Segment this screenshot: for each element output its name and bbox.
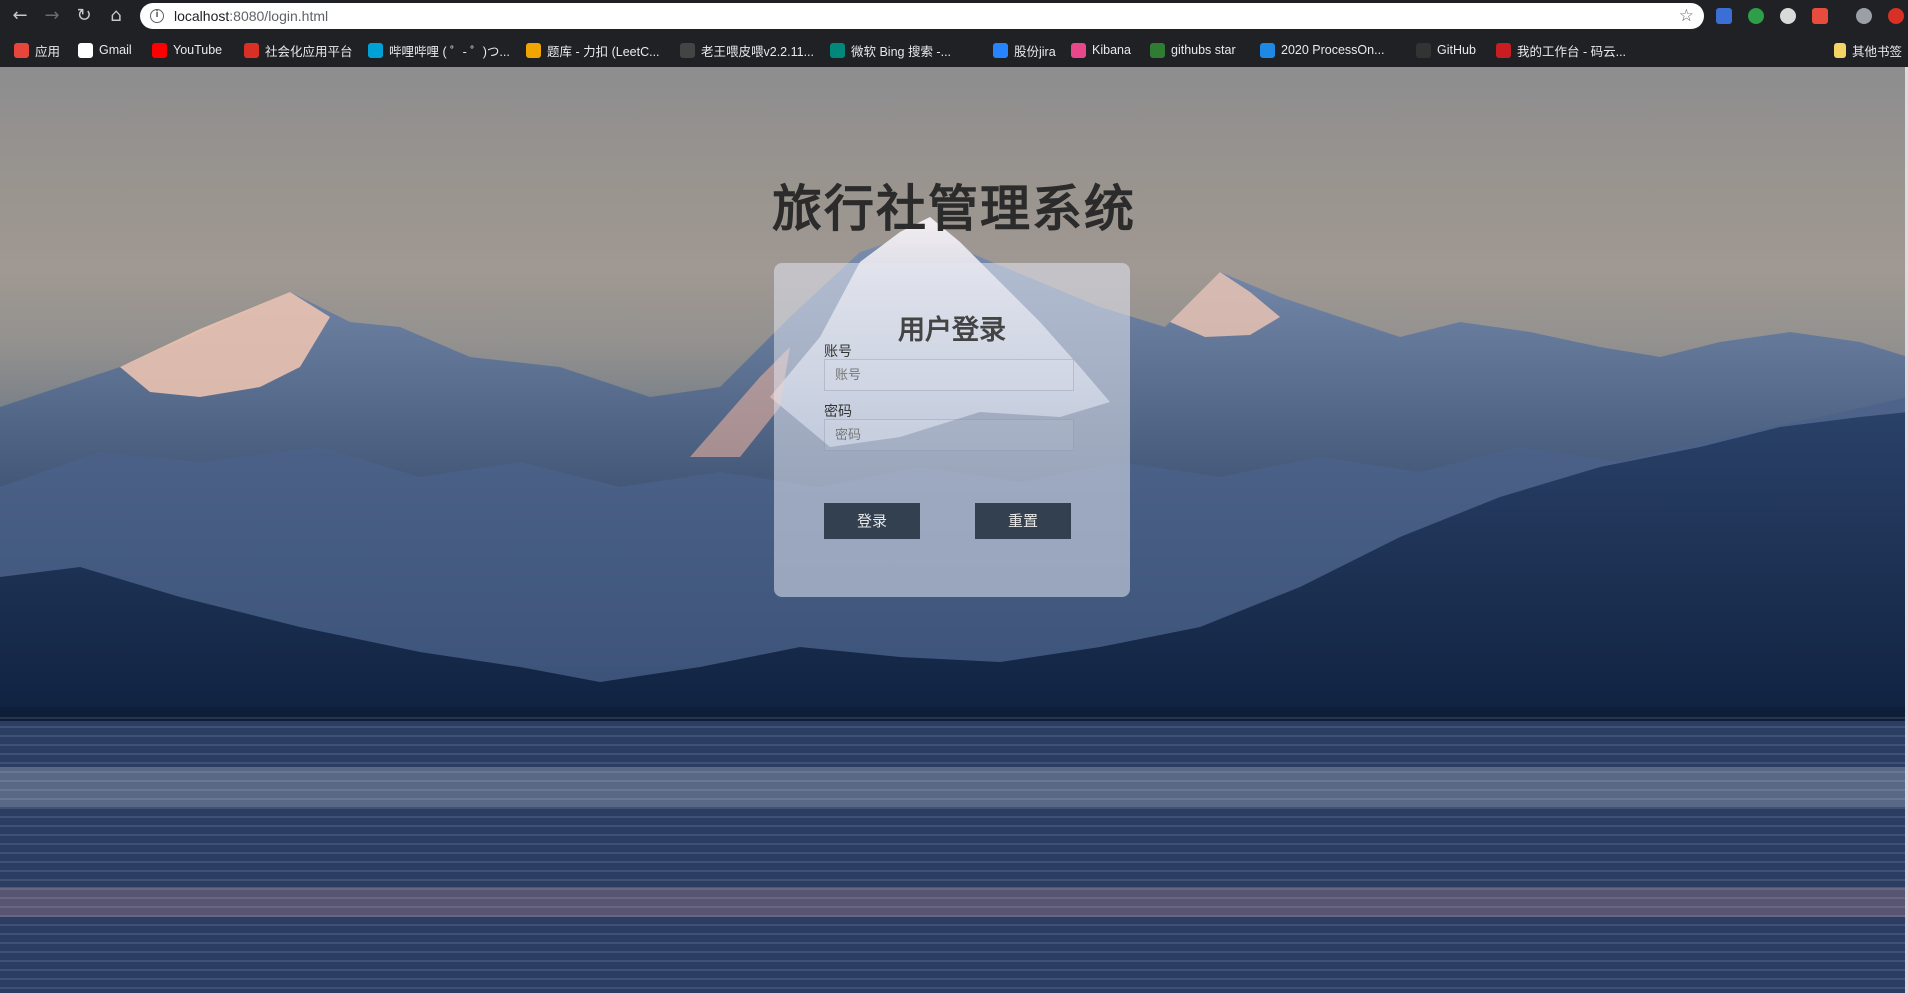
bookmark-label: 应用 [35,44,61,59]
gitee-icon [1496,42,1511,58]
bookmark-item[interactable]: 社会化应用平台 [244,41,353,59]
processon-icon [1260,42,1275,58]
system-title: 旅行社管理系统 [772,180,1136,238]
translate-extension-icon[interactable] [1716,8,1732,24]
bookmark-item[interactable]: 微软 Bing 搜索 -... [830,41,951,59]
bookmark-item[interactable]: 应用 [14,41,60,59]
account-label: 账号 [824,344,852,360]
social-platform-icon [244,42,259,58]
home-icon[interactable]: ⌂ [104,4,128,28]
bookmark-label: 题库 - 力扣 (LeetC... [547,44,660,59]
bookmark-star-icon[interactable]: ☆ [1679,6,1694,26]
folder-icon [1834,42,1846,58]
bookmark-item[interactable]: 股份jira [993,41,1056,59]
red-extension-icon[interactable] [1812,8,1828,24]
google-icon [78,42,93,58]
bookmark-label: YouTube [173,43,223,57]
bookmark-item[interactable]: GitHub [1416,41,1476,59]
bookmark-item[interactable]: YouTube [152,41,222,59]
bookmark-item[interactable]: 题库 - 力扣 (LeetC... [526,41,660,59]
bookmark-item[interactable]: 老王喂皮喂v2.2.11... [680,41,814,59]
bookmark-item[interactable]: Gmail [78,41,132,59]
apps-grid-icon [14,42,29,58]
bookmarks-bar: 应用 Gmail YouTube 社会化应用平台 哔哩哔哩 ( ゜- ゜)つ... 题库 … [0,36,1908,64]
bookmark-item[interactable]: githubs star [1150,41,1236,59]
github-icon [1416,42,1431,58]
bookmark-label: 我的工作台 - 码云... [1517,44,1627,59]
bookmark-label: 2020 ProcessOn... [1281,43,1385,57]
reload-icon[interactable]: ↻ [72,4,96,28]
youtube-icon [152,42,167,58]
bookmark-label: GitHub [1437,43,1476,57]
password-label: 密码 [824,404,852,420]
browser-chrome: ← → ↻ ⌂ i localhost:8080/login.html ☆ 应用… [0,0,1908,67]
page-viewport: 旅行社管理系统 用户登录 账号 密码 登录 重置 [0,67,1908,993]
account-input[interactable] [824,359,1074,391]
bookmark-label: 社会化应用平台 [265,44,353,59]
bookmark-label: 股份jira [1014,44,1056,59]
jira-icon [993,42,1008,58]
turtle-icon [1150,42,1165,58]
bookmark-item[interactable]: 我的工作台 - 码云... [1496,41,1626,59]
speed-extension-icon[interactable] [1780,8,1796,24]
bookmark-label: 老王喂皮喂v2.2.11... [701,44,814,59]
bing-icon [830,42,845,58]
login-card: 用户登录 账号 密码 登录 重置 [774,263,1130,597]
login-button[interactable]: 登录 [824,503,920,539]
reset-button[interactable]: 重置 [975,503,1071,539]
bookmark-label: Kibana [1092,43,1131,57]
other-bookmarks-label: 其他书签 [1852,44,1903,59]
password-input[interactable] [824,419,1074,451]
bookmark-item[interactable]: Kibana [1071,41,1131,59]
profile-avatar-icon[interactable] [1856,8,1872,24]
bookmark-label: githubs star [1171,43,1236,57]
browser-toolbar: ← → ↻ ⌂ i localhost:8080/login.html ☆ [0,0,1908,32]
bookmark-label: 哔哩哔哩 ( ゜- ゜)つ... [389,44,510,59]
bookmark-label: 微软 Bing 搜索 -... [851,44,952,59]
github-cat-icon [680,42,695,58]
site-info-icon[interactable]: i [150,9,164,23]
bookmark-item[interactable]: 哔哩哔哩 ( ゜- ゜)つ... [368,41,510,59]
bookmark-item[interactable]: 2020 ProcessOn... [1260,41,1385,59]
bookmark-label: Gmail [99,43,132,57]
kibana-icon [1071,42,1086,58]
bilibili-icon [368,42,383,58]
forward-icon[interactable]: → [40,4,64,28]
water-ripples [0,717,1908,993]
other-bookmarks-folder[interactable]: 其他书签 [1834,41,1902,59]
address-url[interactable]: localhost:8080/login.html [174,8,328,24]
menu-update-icon[interactable] [1888,8,1904,24]
shield-extension-icon[interactable] [1748,8,1764,24]
back-icon[interactable]: ← [8,4,32,28]
address-bar[interactable]: i localhost:8080/login.html ☆ [140,3,1704,29]
leetcode-icon [526,42,541,58]
